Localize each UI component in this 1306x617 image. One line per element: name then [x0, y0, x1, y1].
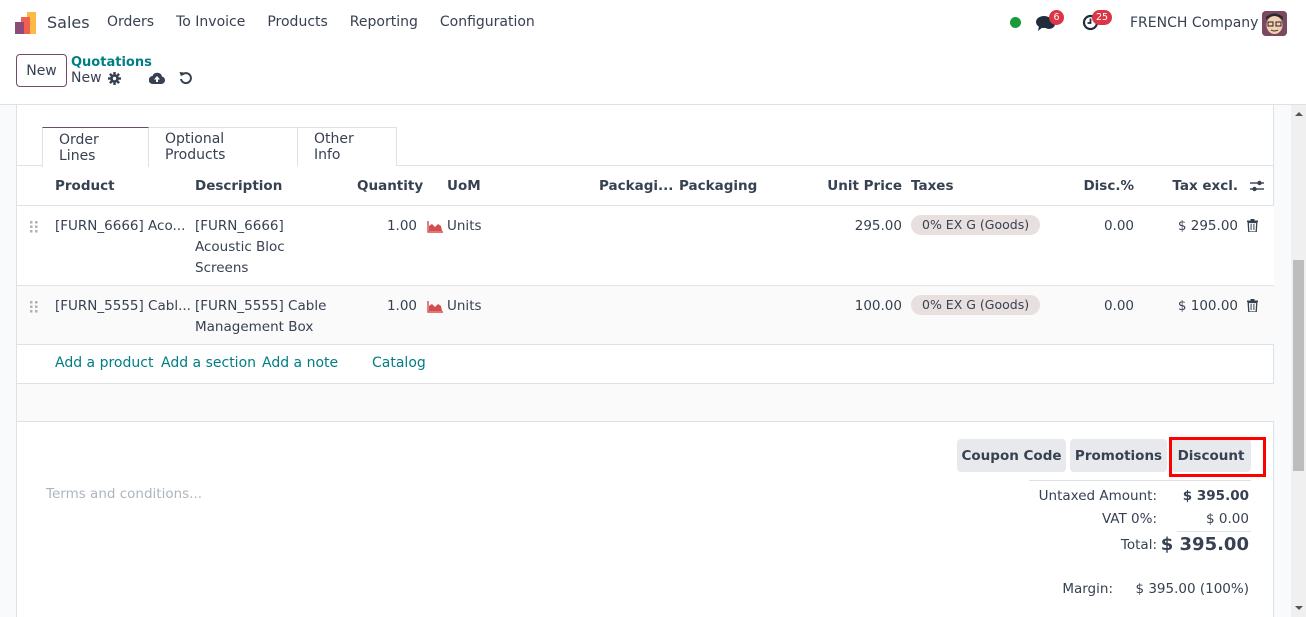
untaxed-amount-value: $ 395.00	[1182, 488, 1249, 504]
unit-price-cell[interactable]: 295.00	[817, 216, 902, 237]
scroll-up-arrow-icon[interactable]	[1295, 112, 1303, 116]
menu-to-invoice[interactable]: To Invoice	[176, 14, 245, 30]
new-button[interactable]: New	[16, 54, 67, 87]
terms-and-conditions-input[interactable]: Terms and conditions...	[46, 486, 202, 502]
unit-price-cell[interactable]: 100.00	[817, 296, 902, 317]
product-cell[interactable]: [FURN_6666] Aco...	[55, 216, 185, 237]
breadcrumb-quotations[interactable]: Quotations	[71, 55, 152, 70]
activities-count-badge: 25	[1092, 10, 1113, 25]
app-name[interactable]: Sales	[47, 13, 90, 32]
discard-undo-icon[interactable]	[179, 71, 192, 84]
margin-value: $ 395.00 (100%)	[1135, 581, 1249, 597]
sales-app-logo-icon[interactable]	[15, 12, 37, 34]
vat-value: $ 0.00	[1206, 511, 1249, 527]
forecast-chart-icon[interactable]	[427, 221, 443, 233]
quantity-cell[interactable]: 1.00	[357, 216, 417, 237]
menu-orders[interactable]: Orders	[107, 14, 154, 30]
add-note-link[interactable]: Add a note	[262, 355, 338, 371]
vat-label: VAT 0%:	[1101, 511, 1157, 527]
column-header-description[interactable]: Description	[195, 178, 282, 194]
discount-cell[interactable]: 0.00	[1067, 296, 1134, 317]
top-navbar: Sales Orders To Invoice Products Reporti…	[0, 0, 1306, 46]
subtotal-cell: $ 100.00	[1177, 298, 1238, 314]
company-switcher[interactable]: FRENCH Company	[1130, 15, 1258, 31]
record-name: New	[71, 70, 102, 86]
untaxed-amount-label: Untaxed Amount:	[1038, 488, 1157, 504]
add-product-link[interactable]: Add a product	[55, 355, 153, 371]
save-cloud-upload-icon[interactable]	[149, 71, 165, 85]
discount-button[interactable]: Discount	[1171, 439, 1251, 472]
column-header-packaging-qty[interactable]: Packagi...	[599, 178, 673, 194]
column-header-quantity[interactable]: Quantity	[357, 178, 423, 194]
presence-status-icon	[1010, 17, 1021, 28]
tab-order-lines[interactable]: Order Lines	[42, 127, 149, 167]
description-cell[interactable]: [FURN_5555] Cable Management Box	[195, 296, 345, 338]
discount-cell[interactable]: 0.00	[1067, 216, 1134, 237]
uom-cell[interactable]: Units	[447, 216, 482, 237]
scrollbar-thumb[interactable]	[1293, 260, 1304, 471]
add-line-row: Add a product Add a section Add a note C…	[17, 345, 1274, 384]
tax-tag[interactable]: 0% EX G (Goods)	[911, 295, 1041, 315]
table-row[interactable]: [FURN_5555] Cabl... [FURN_5555] Cable Ma…	[17, 286, 1274, 345]
total-label: Total:	[1120, 537, 1157, 553]
drag-handle-icon[interactable]	[30, 221, 38, 233]
messages-count-badge: 6	[1049, 10, 1064, 25]
user-avatar-image-icon	[1262, 11, 1287, 36]
column-header-tax-excl[interactable]: Tax excl.	[1157, 178, 1238, 194]
uom-cell[interactable]: Units	[447, 296, 482, 317]
total-value: $ 395.00	[1160, 534, 1249, 555]
column-header-product[interactable]: Product	[55, 178, 115, 194]
catalog-link[interactable]: Catalog	[372, 355, 426, 371]
user-avatar[interactable]	[1262, 11, 1287, 36]
menu-configuration[interactable]: Configuration	[440, 14, 535, 30]
optional-columns-settings-icon[interactable]	[1250, 179, 1264, 193]
gear-icon[interactable]	[108, 72, 121, 85]
forecast-chart-icon[interactable]	[427, 301, 443, 313]
scroll-down-arrow-icon[interactable]	[1295, 606, 1303, 610]
coupon-code-button[interactable]: Coupon Code	[957, 439, 1066, 472]
delete-line-trash-icon[interactable]	[1247, 299, 1258, 312]
tab-other-info[interactable]: Other Info	[298, 127, 397, 166]
product-cell[interactable]: [FURN_5555] Cabl...	[55, 296, 191, 317]
menu-reporting[interactable]: Reporting	[350, 14, 418, 30]
table-header: Product Description Quantity UoM Packagi…	[17, 166, 1274, 206]
column-header-packaging[interactable]: Packaging	[679, 178, 757, 194]
subtotal-cell: $ 295.00	[1177, 218, 1238, 234]
column-header-taxes[interactable]: Taxes	[911, 178, 953, 194]
form-sheet: Order Lines Optional Products Other Info…	[16, 105, 1274, 617]
description-cell[interactable]: [FURN_6666] Acoustic Bloc Screens	[195, 216, 335, 279]
column-header-uom[interactable]: UoM	[447, 178, 481, 194]
vertical-scrollbar[interactable]	[1291, 105, 1306, 617]
column-header-unit-price[interactable]: Unit Price	[817, 178, 902, 194]
promotions-button[interactable]: Promotions	[1070, 439, 1167, 472]
total-divider	[1177, 531, 1251, 532]
column-header-discount[interactable]: Disc.%	[1067, 178, 1134, 194]
empty-table-row	[17, 384, 1274, 422]
form-content: Order Lines Optional Products Other Info…	[0, 105, 1306, 617]
add-section-link[interactable]: Add a section	[161, 355, 256, 371]
tax-tag[interactable]: 0% EX G (Goods)	[911, 215, 1041, 235]
totals-divider	[1029, 480, 1251, 481]
margin-label: Margin:	[1062, 581, 1113, 597]
quantity-cell[interactable]: 1.00	[357, 296, 417, 317]
delete-line-trash-icon[interactable]	[1247, 219, 1258, 232]
main-menu: Orders To Invoice Products Reporting Con…	[107, 14, 557, 30]
tab-optional-products[interactable]: Optional Products	[149, 127, 298, 166]
order-lines-table: Product Description Quantity UoM Packagi…	[17, 166, 1274, 422]
drag-handle-icon[interactable]	[30, 301, 38, 313]
notebook-tabs: Order Lines Optional Products Other Info	[17, 127, 1274, 167]
table-row[interactable]: [FURN_6666] Aco... [FURN_6666] Acoustic …	[17, 206, 1274, 286]
control-panel: New Quotations New	[0, 46, 1306, 105]
menu-products[interactable]: Products	[267, 14, 327, 30]
